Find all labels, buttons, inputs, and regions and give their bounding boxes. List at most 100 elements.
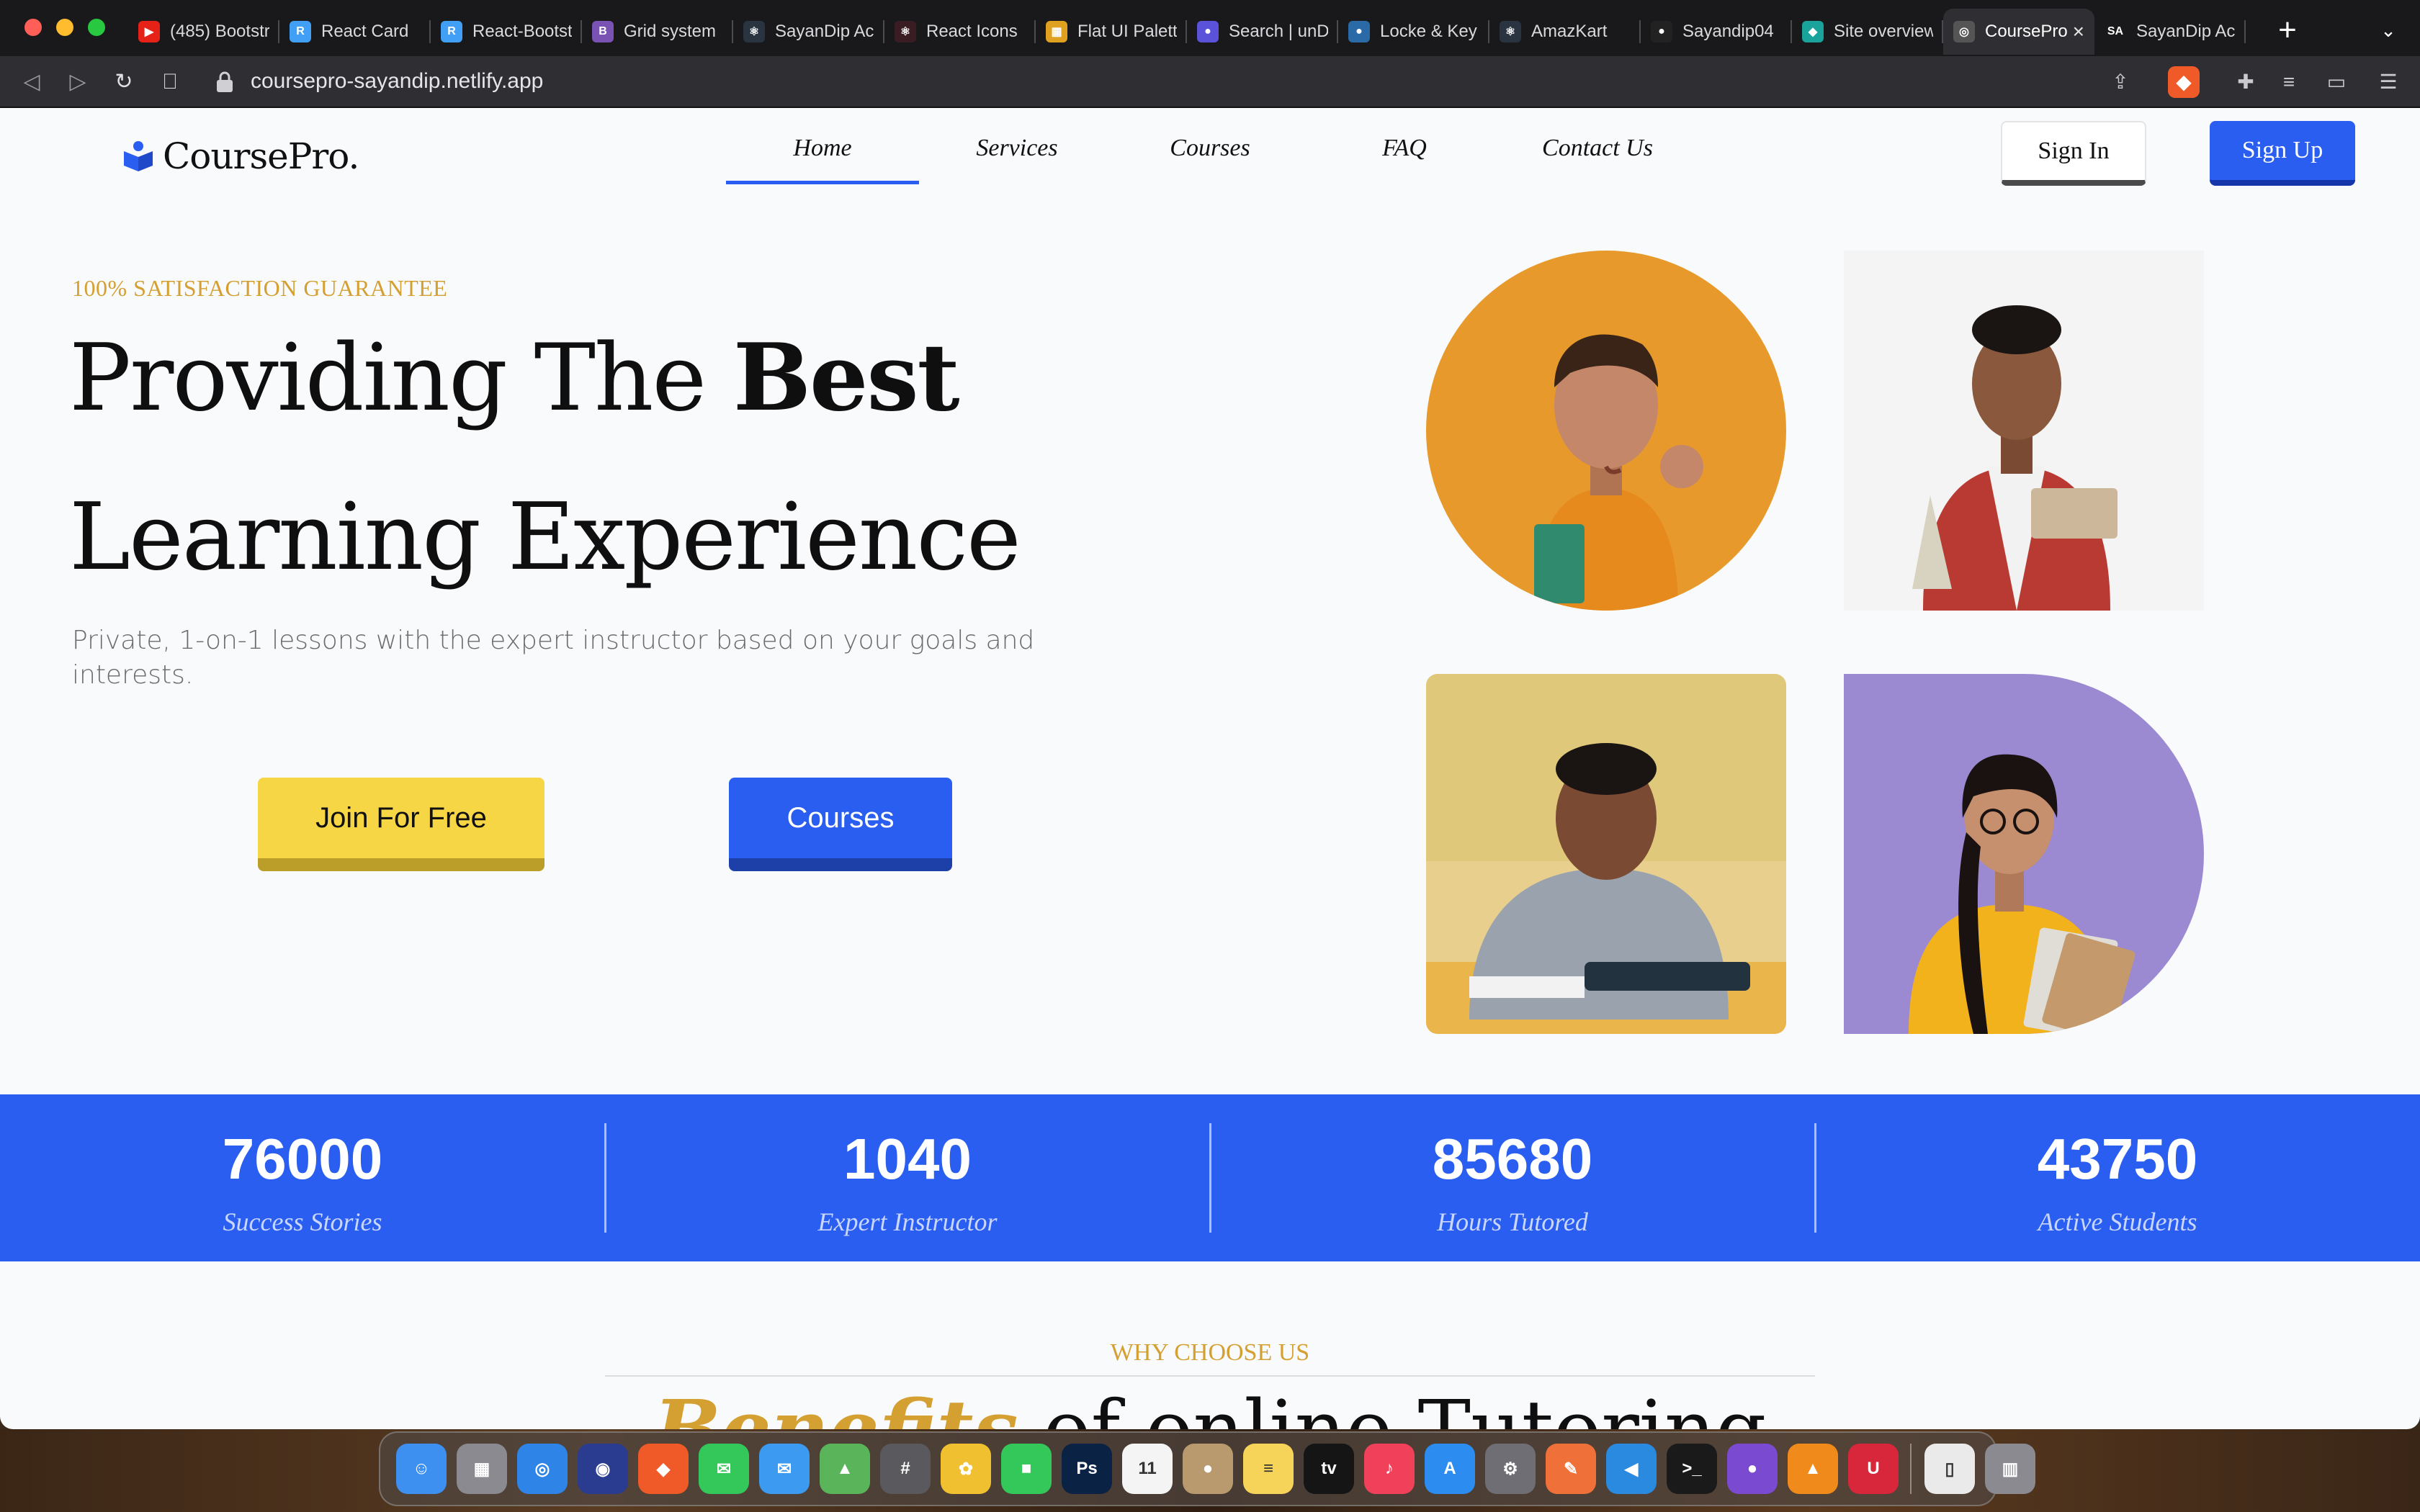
stat-number: 76000 xyxy=(222,1127,383,1191)
close-window-button[interactable] xyxy=(24,19,42,36)
browser-tab[interactable]: ● Locke & Key xyxy=(1338,9,1489,55)
facetime-icon[interactable]: ■ xyxy=(1001,1444,1052,1494)
why-choose-us-label: WHY CHOOSE US xyxy=(1110,1339,1310,1366)
app-store-icon[interactable]: A xyxy=(1425,1444,1475,1494)
nav-services[interactable]: Services xyxy=(920,134,1113,184)
back-button[interactable]: ◁ xyxy=(14,65,49,99)
join-for-free-button[interactable]: Join For Free xyxy=(258,778,544,871)
browser-tab[interactable]: ◆ Site overview xyxy=(1792,9,1943,55)
browser-toolbar: ◁ ▷ ↻ ⎕ coursepro-sayandip.netlify.app ⇪… xyxy=(0,56,2420,108)
browser-tab[interactable]: R React-Bootstrap xyxy=(431,9,582,55)
apple-tv-icon[interactable]: tv xyxy=(1304,1444,1354,1494)
browser-tab[interactable]: R React Card xyxy=(279,9,431,55)
sa-icon: SA xyxy=(2105,21,2126,42)
browser-tab[interactable]: ⚛ SayanDip Ac xyxy=(733,9,884,55)
new-tab-button[interactable]: + xyxy=(2270,13,2305,48)
launchpad-icon[interactable]: ▦ xyxy=(457,1444,507,1494)
calendar-icon[interactable]: 11 xyxy=(1122,1444,1173,1494)
forward-button[interactable]: ▷ xyxy=(60,65,95,99)
tab-label: SayanDip Ac xyxy=(2136,22,2236,41)
browser-tab[interactable]: ▶ (485) Bootstrap xyxy=(128,9,279,55)
maps-icon[interactable]: ▲ xyxy=(820,1444,870,1494)
section-divider xyxy=(605,1375,1815,1377)
browser-tab[interactable]: ● Sayandip04 xyxy=(1641,9,1792,55)
hero-heading-line-1: Providing The Best xyxy=(69,324,960,432)
browser-tab[interactable]: SA SayanDip Ac xyxy=(2094,9,2246,55)
tab-label: React Icons xyxy=(926,22,1018,41)
brave-shields-icon[interactable]: ◆ xyxy=(2168,66,2200,98)
music-icon[interactable]: ♪ xyxy=(1364,1444,1415,1494)
browser-tab[interactable]: B Grid system xyxy=(582,9,733,55)
bookmark-icon[interactable]: ⎕ xyxy=(153,65,187,99)
courses-button[interactable]: Courses xyxy=(729,778,952,871)
stat-label: Success Stories xyxy=(223,1207,382,1236)
sign-up-button[interactable]: Sign Up xyxy=(2210,121,2355,186)
messages-icon[interactable]: ✉ xyxy=(699,1444,749,1494)
netlify-icon: ◆ xyxy=(1802,21,1824,42)
browser-tab[interactable]: ⚛ React Icons xyxy=(884,9,1036,55)
system-preferences-icon[interactable]: ⚙ xyxy=(1485,1444,1536,1494)
wallet-icon[interactable]: ▭ xyxy=(2321,66,2352,98)
terminal-icon[interactable]: >_ xyxy=(1667,1444,1717,1494)
trash-icon[interactable]: ▥ xyxy=(1985,1444,2035,1494)
site-navbar: CoursePro. Home Services Courses FAQ Con… xyxy=(0,108,2420,209)
uno-icon[interactable]: U xyxy=(1848,1444,1899,1494)
benefits-heading-accent: Benefits xyxy=(653,1382,1018,1429)
stat-item: 43750 Active Students xyxy=(1815,1094,2420,1261)
document-icon[interactable]: ▯ xyxy=(1924,1444,1975,1494)
browser-tab[interactable]: ⚛ AmazKart xyxy=(1489,9,1641,55)
github-desktop-icon[interactable]: ● xyxy=(1727,1444,1778,1494)
tab-label: Sayandip04 xyxy=(1682,22,1774,41)
tab-label: React-Bootstrap xyxy=(472,22,572,41)
extensions-icon[interactable]: ✚ xyxy=(2230,66,2262,98)
notes-icon[interactable]: ≡ xyxy=(1243,1444,1294,1494)
menu-icon[interactable]: ☰ xyxy=(2372,66,2404,98)
sign-in-button[interactable]: Sign In xyxy=(2001,121,2146,186)
stat-item: 76000 Success Stories xyxy=(0,1094,605,1261)
logo-text: CoursePro. xyxy=(163,135,359,177)
tab-label: React Card xyxy=(321,22,409,41)
address-bar[interactable]: coursepro-sayandip.netlify.app xyxy=(196,63,2169,101)
nav-faq[interactable]: FAQ xyxy=(1308,134,1501,184)
student-photo-glasses xyxy=(1844,674,2204,1034)
safari-icon[interactable]: ◎ xyxy=(517,1444,568,1494)
tab-label: Flat UI Palettes xyxy=(1077,22,1177,41)
mail-icon[interactable]: ✉ xyxy=(759,1444,810,1494)
minimize-window-button[interactable] xyxy=(56,19,73,36)
pen-icon[interactable]: ✎ xyxy=(1546,1444,1596,1494)
nav-home[interactable]: Home xyxy=(726,134,919,184)
calculator-icon[interactable]: # xyxy=(880,1444,931,1494)
tab-menu-chevron-icon[interactable]: ⌄ xyxy=(2374,16,2403,45)
hero-tagline: 100% SATISFACTION GUARANTEE xyxy=(72,275,448,301)
globe-icon: ● xyxy=(1348,21,1370,42)
tab-label: AmazKart xyxy=(1531,22,1608,41)
finder-icon[interactable]: ☺ xyxy=(396,1444,447,1494)
firefox-icon[interactable]: ◉ xyxy=(578,1444,628,1494)
stat-item: 85680 Hours Tutored xyxy=(1210,1094,1815,1261)
browser-tab[interactable]: ◎ CoursePro × xyxy=(1943,9,2094,55)
tab-label: CoursePro xyxy=(1985,22,2067,41)
zoom-window-button[interactable] xyxy=(88,19,105,36)
site-logo[interactable]: CoursePro. xyxy=(122,135,359,177)
brave-icon[interactable]: ◆ xyxy=(638,1444,689,1494)
hero-description: Private, 1-on-1 lessons with the expert … xyxy=(72,626,1035,690)
vscode-icon[interactable]: ◀ xyxy=(1606,1444,1657,1494)
photoshop-icon[interactable]: Ps xyxy=(1062,1444,1112,1494)
stat-label: Expert Instructor xyxy=(817,1207,998,1236)
url-text[interactable]: coursepro-sayandip.netlify.app xyxy=(251,69,543,94)
close-tab-icon[interactable]: × xyxy=(2073,20,2084,43)
share-icon[interactable]: ⇪ xyxy=(2105,66,2136,98)
nav-courses[interactable]: Courses xyxy=(1113,134,1307,184)
vlc-icon[interactable]: ▲ xyxy=(1788,1444,1838,1494)
contacts-icon[interactable]: ● xyxy=(1183,1444,1233,1494)
browser-tab[interactable]: ● Search | unDraw xyxy=(1187,9,1338,55)
student-photo-plaid-shirt xyxy=(1844,251,2204,611)
nav-contact-us[interactable]: Contact Us xyxy=(1501,134,1694,184)
react-bootstrap-icon: R xyxy=(290,21,311,42)
photos-icon[interactable]: ✿ xyxy=(941,1444,991,1494)
playlist-icon[interactable]: ≡ xyxy=(2273,66,2305,98)
benefits-heading: Benefits of online Tutoring xyxy=(0,1382,2420,1429)
stat-label: Hours Tutored xyxy=(1437,1207,1588,1236)
reload-button[interactable]: ↻ xyxy=(107,65,141,99)
browser-tab[interactable]: ▦ Flat UI Palettes xyxy=(1036,9,1187,55)
